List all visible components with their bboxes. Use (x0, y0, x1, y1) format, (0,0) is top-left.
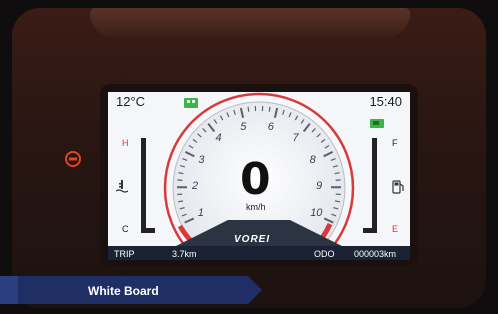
tachometer-tick-label: 7 (292, 132, 299, 145)
tachometer-tick-label: 10 (310, 207, 323, 220)
tachometer-minor-tick (247, 106, 250, 112)
coolant-temperature-icon (116, 180, 128, 193)
temp-gauge-high: H (122, 138, 129, 148)
clock: 15:40 (369, 94, 402, 109)
temp-gauge-bar (141, 138, 146, 232)
tachometer-minor-tick (178, 200, 184, 203)
tachometer-tick-label: 3 (198, 153, 205, 166)
tachometer-tick-label: 2 (192, 180, 199, 193)
tachometer-tick-label: 5 (240, 120, 247, 133)
speed-readout: 0 (240, 154, 271, 205)
tachometer-tick-label: 4 (215, 132, 222, 145)
fuel-gauge-foot (363, 228, 377, 233)
trip-value: 3.7km (172, 249, 197, 259)
temp-gauge-foot (141, 228, 155, 233)
tachometer-tick-label: 6 (267, 120, 274, 133)
battery-icon (184, 98, 198, 108)
tachometer-tick-label: 9 (315, 180, 323, 193)
camera-icon (370, 119, 384, 128)
engine-warning-icon (65, 151, 81, 167)
tachometer-minor-tick (268, 106, 271, 112)
fuel-gauge-full: F (392, 138, 398, 148)
tachometer-tick-label: 8 (309, 153, 316, 166)
odo-label: ODO (314, 249, 335, 259)
ambient-temperature: 12°C (116, 94, 146, 109)
instrument-screen: 1 2 3 4 5 6 7 8 9 10 0 km/h 12°C 15:40 H C F E VO… (108, 92, 410, 260)
bottom-status-bar: TRIP 3.7km ODO 000003km (108, 246, 410, 260)
tachometer-minor-tick (334, 200, 340, 203)
fuel-gauge-bar (372, 138, 377, 232)
temp-gauge-low: C (122, 224, 129, 234)
brand-logo: VOREI (234, 234, 271, 245)
caption-label: White Board (88, 284, 159, 298)
speed-unit: km/h (246, 202, 266, 212)
trip-label: TRIP (114, 249, 135, 259)
odo-value: 000003km (354, 249, 397, 259)
tachometer-tick-label: 1 (197, 207, 204, 220)
housing-top-cover (90, 8, 410, 38)
fuel-gauge-empty: E (392, 224, 399, 234)
fuel-pump-icon (392, 180, 404, 194)
